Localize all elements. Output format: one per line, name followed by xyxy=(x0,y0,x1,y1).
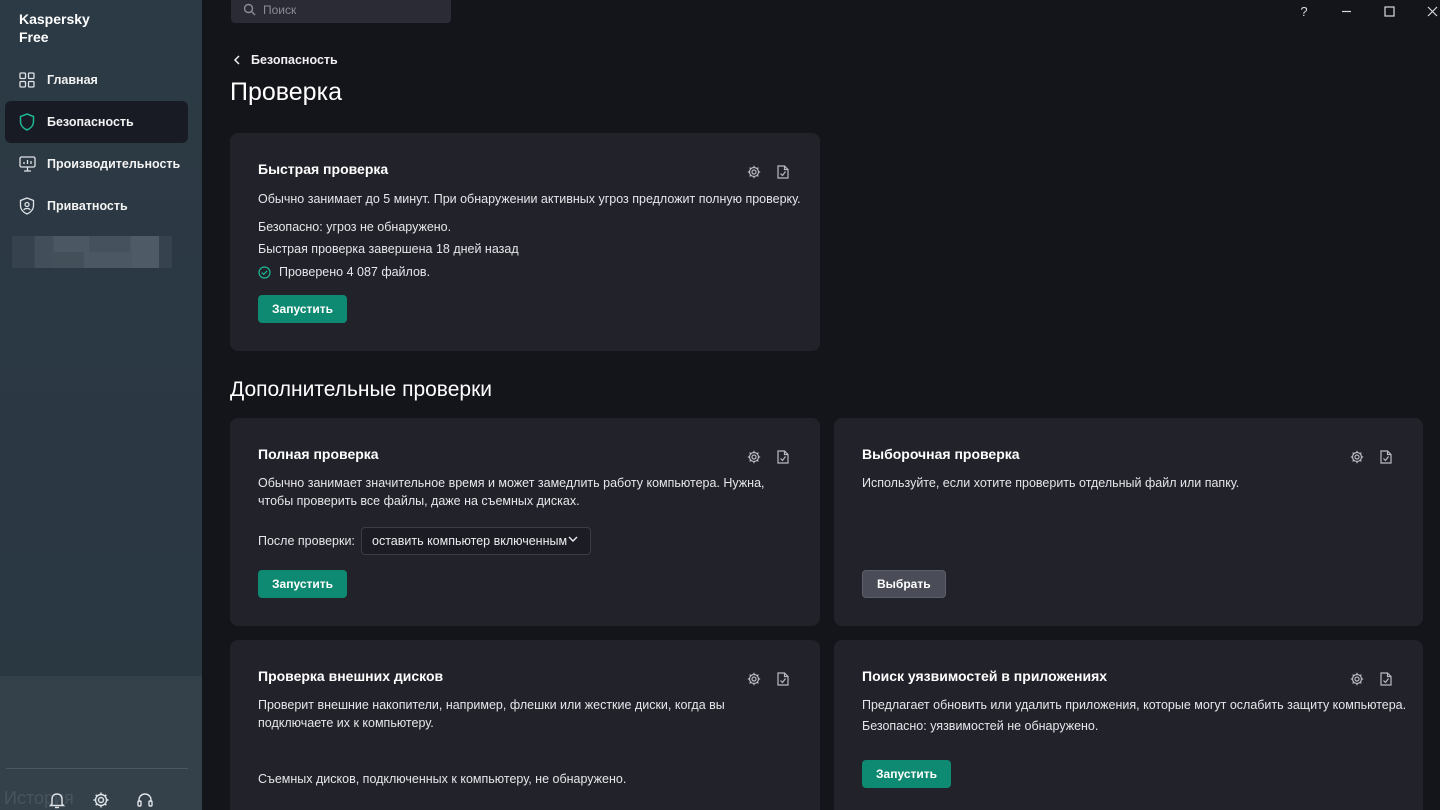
breadcrumb-label: Безопасность xyxy=(251,53,338,67)
last-scan-time: Быстрая проверка завершена 18 дней назад xyxy=(258,242,519,256)
search-icon xyxy=(243,3,256,16)
card-title: Выборочная проверка xyxy=(862,446,1020,462)
card-description: Проверит внешние накопители, например, ф… xyxy=(258,698,725,730)
settings-gear-icon[interactable] xyxy=(746,671,761,686)
monitor-icon xyxy=(18,155,36,173)
after-scan-dropdown[interactable]: оставить компьютер включенным xyxy=(361,527,591,555)
files-checked-row: Проверено 4 087 файлов. xyxy=(258,263,430,281)
after-scan-label: После проверки: xyxy=(258,534,355,548)
files-checked-text: Проверено 4 087 файлов. xyxy=(279,265,431,279)
report-document-icon[interactable] xyxy=(775,449,790,464)
sidebar-item-label: Безопасность xyxy=(47,115,134,129)
vulnerability-status: Безопасно: уязвимостей не обнаружено. xyxy=(862,719,1099,733)
custom-scan-select-button[interactable]: Выбрать xyxy=(862,570,946,598)
card-title: Быстрая проверка xyxy=(258,161,389,177)
external-drives-status: Съемных дисков, подключенных к компьютер… xyxy=(258,772,627,786)
report-document-icon[interactable] xyxy=(1378,671,1393,686)
report-document-icon[interactable] xyxy=(775,164,790,179)
report-document-icon[interactable] xyxy=(1378,449,1393,464)
sidebar-item-home[interactable]: Главная xyxy=(5,59,188,101)
breadcrumb[interactable]: Безопасность xyxy=(233,53,338,67)
report-document-icon[interactable] xyxy=(775,671,790,686)
settings-gear-icon[interactable] xyxy=(91,790,111,810)
card-title: Проверка внешних дисков xyxy=(258,668,444,684)
scan-status: Безопасно: угроз не обнаружено. xyxy=(258,220,452,234)
shield-icon xyxy=(18,113,36,131)
settings-gear-icon[interactable] xyxy=(1349,449,1364,464)
app-brand: Kaspersky Free xyxy=(19,11,90,45)
card-description: Предлагает обновить или удалить приложен… xyxy=(862,698,1407,712)
check-circle-icon xyxy=(258,265,271,279)
custom-scan-card: Выборочная проверка Используйте, если хо… xyxy=(834,418,1423,626)
vulnerability-scan-card: Поиск уязвимостей в приложениях Предлага… xyxy=(834,640,1423,810)
blurred-account-info xyxy=(12,236,172,268)
sidebar-item-security[interactable]: Безопасность xyxy=(5,101,188,143)
card-description: Обычно занимает до 5 минут. При обнаруже… xyxy=(258,192,801,206)
full-scan-run-button[interactable]: Запустить xyxy=(258,570,347,598)
maximize-button[interactable] xyxy=(1374,0,1404,22)
bell-icon[interactable] xyxy=(47,790,67,810)
help-button[interactable]: ? xyxy=(1289,0,1319,22)
full-scan-card: Полная проверка Обычно занимает значител… xyxy=(230,418,820,626)
close-button[interactable] xyxy=(1417,0,1440,22)
page-title: Проверка xyxy=(230,78,342,106)
search-input[interactable] xyxy=(263,2,433,17)
sidebar-item-label: Производительность xyxy=(47,157,181,171)
card-title: Полная проверка xyxy=(258,446,379,462)
chevron-left-icon xyxy=(233,55,241,65)
after-scan-value: оставить компьютер включенным xyxy=(372,534,568,548)
settings-gear-icon[interactable] xyxy=(1349,671,1364,686)
settings-gear-icon[interactable] xyxy=(746,164,761,179)
card-description: Используйте, если хотите проверить отдел… xyxy=(862,476,1240,490)
external-drives-card: Проверка внешних дисков Проверит внешние… xyxy=(230,640,820,810)
sidebar-item-performance[interactable]: Производительность xyxy=(5,143,188,185)
grid-icon xyxy=(18,71,36,89)
search-box[interactable] xyxy=(231,0,451,23)
headset-support-icon[interactable] xyxy=(135,790,155,810)
divider xyxy=(6,768,188,769)
card-title: Поиск уязвимостей в приложениях xyxy=(862,668,1108,684)
vulnerability-scan-run-button[interactable]: Запустить xyxy=(862,760,951,788)
sidebar-item-label: Приватность xyxy=(47,199,128,213)
minimize-button[interactable] xyxy=(1331,0,1361,22)
section-title: Дополнительные проверки xyxy=(230,378,492,401)
sidebar-item-privacy[interactable]: Приватность xyxy=(5,185,188,227)
chevron-down-icon xyxy=(568,536,578,543)
quick-scan-card: Быстрая проверка Обычно занимает до 5 ми… xyxy=(230,133,820,351)
privacy-shield-icon xyxy=(18,197,36,215)
sidebar-item-label: Главная xyxy=(47,73,98,87)
card-description: Обычно занимает значительное время и мож… xyxy=(258,476,765,508)
sidebar: Kaspersky Free Главная Безопасность Прои… xyxy=(0,0,202,810)
quick-scan-run-button[interactable]: Запустить xyxy=(258,295,347,323)
settings-gear-icon[interactable] xyxy=(746,449,761,464)
